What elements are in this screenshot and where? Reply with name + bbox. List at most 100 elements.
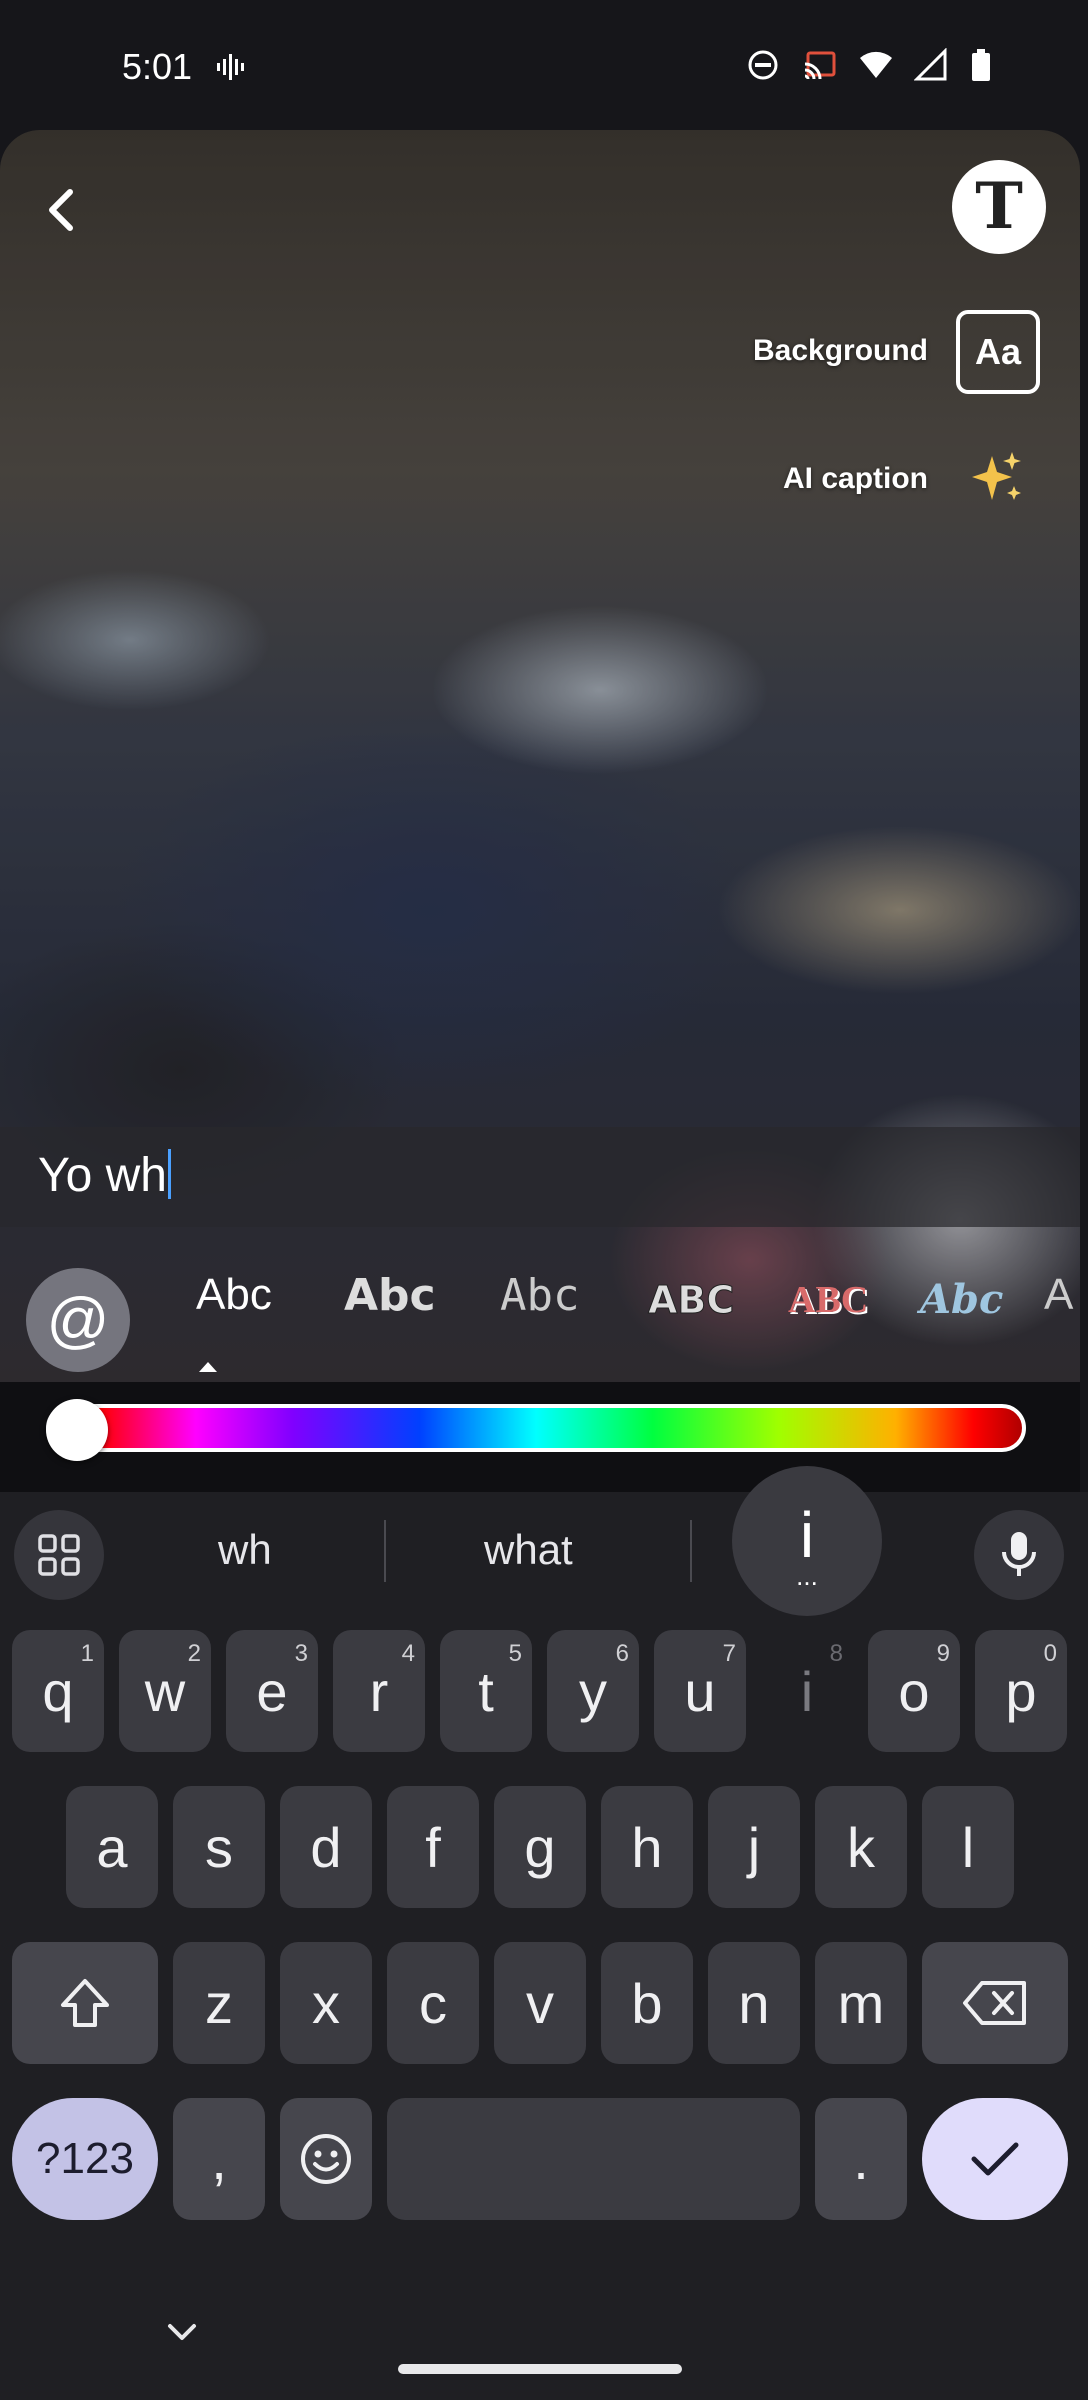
do-not-disturb-icon: [746, 48, 780, 82]
key-a[interactable]: a: [66, 1786, 158, 1908]
font-option-bold[interactable]: Abc: [344, 1270, 436, 1321]
font-option-classic[interactable]: Abc: [196, 1270, 272, 1320]
ai-caption-label[interactable]: AI caption: [783, 462, 928, 496]
symbols-key[interactable]: ?123: [12, 2098, 158, 2220]
key-n[interactable]: n: [708, 1942, 800, 2064]
key-v[interactable]: v: [494, 1942, 586, 2064]
period-key[interactable]: .: [815, 2098, 907, 2220]
shift-key[interactable]: [12, 1942, 158, 2064]
cell-signal-icon: [913, 47, 948, 82]
voice-activity-icon: [214, 50, 248, 84]
key-h[interactable]: h: [601, 1786, 693, 1908]
cast-icon: [802, 48, 836, 82]
key-k[interactable]: k: [815, 1786, 907, 1908]
text-cursor: [168, 1149, 171, 1199]
key-label: y: [579, 1659, 607, 1723]
key-label: o: [898, 1659, 930, 1723]
key-label: i: [800, 1659, 814, 1723]
chevron-down-icon: [168, 2324, 196, 2340]
key-preview-popup: i ...: [732, 1466, 882, 1616]
key-label: t: [478, 1659, 494, 1723]
suggestion-divider: [690, 1520, 692, 1582]
key-z[interactable]: z: [173, 1942, 265, 2064]
key-f[interactable]: f: [387, 1786, 479, 1908]
key-hint: 1: [80, 1640, 94, 1667]
chevron-left-icon: [49, 189, 73, 231]
key-w[interactable]: w2: [119, 1630, 211, 1752]
emoji-icon: [301, 2134, 351, 2184]
key-t[interactable]: t5: [440, 1630, 532, 1752]
suggestion-2[interactable]: what: [484, 1526, 573, 1574]
key-hint: 6: [615, 1640, 629, 1667]
done-key[interactable]: [922, 2098, 1068, 2220]
key-l[interactable]: l: [922, 1786, 1014, 1908]
key-y[interactable]: y6: [547, 1630, 639, 1752]
comma-key[interactable]: ,: [173, 2098, 265, 2220]
text-tool-icon: T: [975, 169, 1023, 244]
grid-icon: [38, 1534, 80, 1576]
key-hint: 4: [401, 1640, 415, 1667]
status-time: 5:01: [122, 46, 193, 87]
key-preview-more: ...: [796, 1561, 818, 1591]
key-hint: 2: [187, 1640, 201, 1667]
key-label: r: [369, 1659, 389, 1723]
sparkles-icon[interactable]: [966, 448, 1026, 508]
suggestion-divider: [384, 1520, 386, 1582]
shift-icon: [61, 1979, 109, 2027]
key-label: p: [1005, 1659, 1037, 1723]
hide-keyboard-button[interactable]: [162, 2318, 202, 2348]
font-option-more[interactable]: A: [1044, 1270, 1073, 1320]
text-background-icon: Aa: [974, 331, 1022, 372]
key-x[interactable]: x: [280, 1942, 372, 2064]
color-slider-thumb[interactable]: [46, 1399, 108, 1461]
at-sign-icon: @: [46, 1285, 110, 1355]
background-toggle-button[interactable]: Aa: [956, 310, 1040, 394]
space-key[interactable]: [387, 2098, 800, 2220]
background-label[interactable]: Background: [753, 334, 928, 368]
font-option-retro[interactable]: ABC: [788, 1278, 868, 1322]
key-hint: 0: [1043, 1640, 1057, 1667]
keyboard-apps-button[interactable]: [14, 1510, 104, 1600]
font-option-outline[interactable]: ABC: [647, 1278, 734, 1323]
key-hint: 9: [936, 1640, 950, 1667]
key-hint: 7: [722, 1640, 736, 1667]
suggestion-1[interactable]: wh: [218, 1526, 272, 1574]
key-e[interactable]: e3: [226, 1630, 318, 1752]
key-u[interactable]: u7: [654, 1630, 746, 1752]
mention-button[interactable]: @: [26, 1268, 130, 1372]
text-tool-button[interactable]: T: [952, 160, 1046, 254]
font-option-blackletter[interactable]: Abc: [920, 1276, 1003, 1323]
color-slider-track[interactable]: [46, 1404, 1026, 1452]
backspace-key[interactable]: [922, 1942, 1068, 2064]
key-label: w: [144, 1659, 186, 1723]
key-i[interactable]: i8: [761, 1630, 853, 1752]
key-m[interactable]: m: [815, 1942, 907, 2064]
key-j[interactable]: j: [708, 1786, 800, 1908]
key-hint: 8: [829, 1640, 843, 1667]
status-bar: 5:01: [0, 0, 1088, 130]
key-q[interactable]: q1: [12, 1630, 104, 1752]
wifi-icon: [858, 48, 892, 82]
key-o[interactable]: o9: [868, 1630, 960, 1752]
voice-input-button[interactable]: [974, 1510, 1064, 1600]
home-gesture-bar[interactable]: [398, 2364, 682, 2374]
key-b[interactable]: b: [601, 1942, 693, 2064]
emoji-key[interactable]: [280, 2098, 372, 2220]
back-button[interactable]: [36, 180, 86, 240]
battery-icon: [970, 48, 1004, 82]
key-c[interactable]: c: [387, 1942, 479, 2064]
key-p[interactable]: p0: [975, 1630, 1067, 1752]
key-label: e: [256, 1659, 288, 1723]
status-icons: [746, 47, 1004, 82]
selected-font-indicator: [199, 1362, 217, 1372]
key-s[interactable]: s: [173, 1786, 265, 1908]
caption-input[interactable]: Yo wh: [38, 1148, 171, 1203]
key-d[interactable]: d: [280, 1786, 372, 1908]
caption-text: Yo wh: [38, 1149, 167, 1202]
key-label: q: [42, 1659, 74, 1723]
key-r[interactable]: r4: [333, 1630, 425, 1752]
key-hint: 3: [294, 1640, 308, 1667]
key-g[interactable]: g: [494, 1786, 586, 1908]
microphone-icon: [1002, 1532, 1036, 1576]
font-option-typewriter[interactable]: Abc: [500, 1270, 579, 1321]
